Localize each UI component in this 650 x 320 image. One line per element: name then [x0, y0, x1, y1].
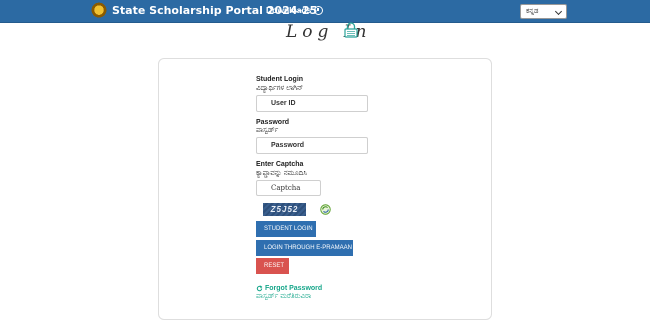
- downloads-menu[interactable]: Downloads: [266, 5, 324, 15]
- password-input[interactable]: Password: [256, 137, 368, 154]
- lock-icon: [344, 22, 358, 38]
- password-label: Password: [256, 119, 290, 126]
- student-login-label: Student Login: [256, 76, 304, 83]
- student-login-button[interactable]: STUDENT LOGIN: [256, 221, 316, 237]
- language-selected: ಕನ್ನಡ: [526, 8, 539, 15]
- downloads-label: Downloads: [266, 5, 312, 15]
- captcha-label-kn: ಕ್ಯಾಪ್ಚಾವನ್ನು ನಮೂದಿಸಿ: [256, 170, 307, 177]
- forgot-password-link[interactable]: Forgot Password: [256, 285, 322, 292]
- top-navbar: State Scholarship Portal 2024-25 Downloa…: [0, 0, 650, 23]
- refresh-icon[interactable]: [320, 204, 331, 215]
- epramaan-login-button[interactable]: LOGIN THROUGH E-PRAMAAN: [256, 240, 353, 256]
- captcha-input[interactable]: Captcha: [256, 180, 321, 196]
- language-select[interactable]: ಕನ್ನಡ: [520, 4, 567, 19]
- user-id-input[interactable]: User ID: [256, 95, 368, 112]
- student-login-label-kn: ವಿದ್ಯಾರ್ಥಿಗಳ ಲಾಗಿನ್: [256, 85, 304, 92]
- captcha-image: Z5J52: [263, 203, 306, 216]
- emblem-icon: [90, 2, 108, 20]
- reset-button[interactable]: RESET: [256, 258, 289, 274]
- forgot-password-label: Forgot Password: [265, 285, 323, 292]
- forgot-icon: [256, 285, 263, 292]
- captcha-label: Enter Captcha: [256, 161, 304, 168]
- download-icon: [314, 5, 324, 15]
- page-title: Log In: [286, 22, 372, 42]
- forgot-password-label-kn[interactable]: ಪಾಸ್ವರ್ಡ್ ಮರೆತಿರುವಿರಾ: [256, 293, 311, 301]
- chevron-down-icon: [554, 7, 563, 16]
- password-label-kn: ಪಾಸ್ವರ್ಡ್: [256, 127, 279, 134]
